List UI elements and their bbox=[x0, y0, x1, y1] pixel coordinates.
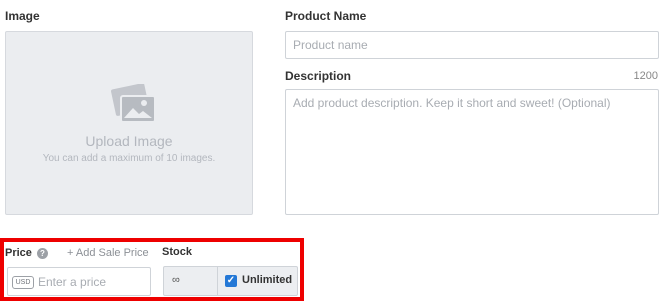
stock-label: Stock bbox=[162, 246, 192, 258]
upload-image-hint: You can add a maximum of 10 images. bbox=[42, 153, 216, 164]
description-char-limit: 1200 bbox=[633, 70, 658, 82]
description-textarea[interactable] bbox=[285, 89, 659, 215]
image-upload-dropzone[interactable]: Upload Image You can add a maximum of 10… bbox=[5, 31, 253, 215]
product-name-input[interactable] bbox=[285, 31, 659, 59]
currency-badge: USD bbox=[12, 276, 34, 289]
image-placeholder-icon bbox=[111, 84, 156, 123]
product-name-label: Product Name bbox=[285, 9, 367, 23]
add-sale-price-link[interactable]: + Add Sale Price bbox=[67, 247, 149, 259]
upload-image-title: Upload Image bbox=[85, 133, 173, 149]
unlimited-checkbox[interactable]: ✓ bbox=[225, 275, 237, 287]
unlimited-label[interactable]: Unlimited bbox=[242, 274, 292, 286]
stock-quantity-value: ∞ bbox=[172, 274, 180, 286]
price-field: USD bbox=[7, 267, 151, 296]
price-label: Price bbox=[5, 247, 32, 259]
stock-divider bbox=[217, 267, 218, 295]
price-input[interactable] bbox=[38, 268, 148, 295]
image-label: Image bbox=[5, 9, 40, 23]
stock-field: ∞ ✓ Unlimited bbox=[163, 266, 298, 296]
description-label: Description bbox=[285, 69, 352, 83]
question-circle-icon[interactable]: ? bbox=[37, 248, 48, 259]
